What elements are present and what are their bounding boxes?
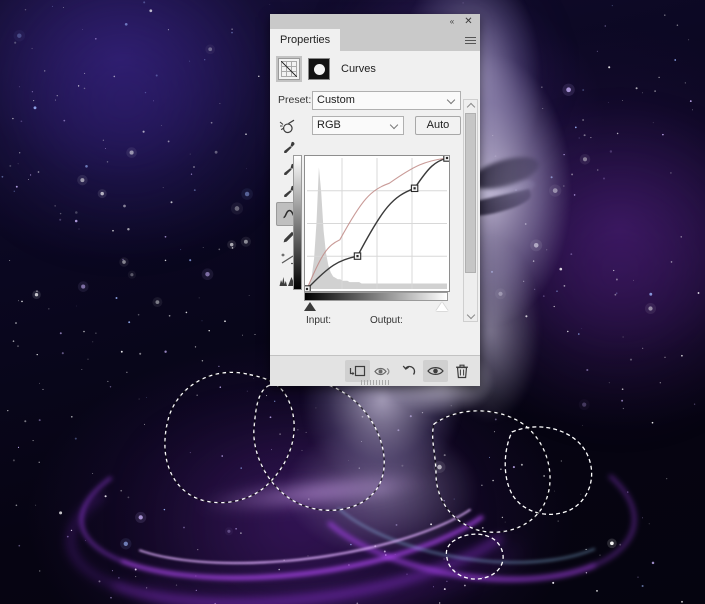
white-point-slider[interactable] (436, 302, 448, 311)
channel-dropdown[interactable]: RGB (312, 115, 404, 135)
collapse-panel-button[interactable]: « (445, 16, 458, 28)
clip-to-layer-button[interactable] (345, 360, 370, 382)
tabstrip-filler (340, 29, 460, 51)
preset-label: Preset: (278, 94, 312, 106)
chevron-down-icon (391, 122, 398, 129)
panel-footer (270, 355, 480, 386)
properties-panel: « ✕ Properties Curves Preset: Custom RGB… (270, 14, 480, 386)
view-previous-state-button[interactable] (371, 360, 396, 382)
curves-graph[interactable] (304, 155, 450, 292)
adjustment-header-row: Curves (270, 51, 480, 82)
adjustment-title: Curves (341, 63, 376, 75)
auto-button[interactable]: Auto (415, 115, 461, 135)
input-label: Input: (306, 315, 332, 326)
output-label: Output: (370, 315, 403, 326)
preset-dropdown[interactable]: Custom (312, 90, 461, 110)
panel-titlebar: « ✕ (270, 14, 480, 29)
panel-body: Curves Preset: Custom RGB Auto Input: Ou… (270, 51, 480, 356)
panel-scrollbar[interactable] (463, 99, 478, 322)
panel-tabstrip: Properties (270, 29, 480, 51)
on-image-adjust-icon[interactable] (278, 117, 300, 134)
scroll-down-icon[interactable] (464, 310, 477, 321)
tab-properties[interactable]: Properties (270, 29, 341, 51)
panel-menu-icon[interactable] (460, 29, 480, 51)
channel-value: RGB (317, 119, 341, 131)
layer-mask-thumbnail[interactable] (308, 58, 330, 80)
reset-adjustment-button[interactable] (397, 360, 422, 382)
channel-row: RGB Auto (278, 115, 480, 135)
output-gradient-bar (293, 155, 302, 290)
scroll-up-icon[interactable] (464, 100, 477, 111)
curves-adjustment-icon[interactable] (278, 58, 300, 80)
black-point-slider[interactable] (304, 302, 316, 311)
input-gradient-bar (304, 292, 448, 301)
preset-row: Preset: Custom (278, 90, 480, 110)
scrollbar-thumb[interactable] (465, 113, 476, 273)
toggle-layer-visibility-button[interactable] (423, 360, 448, 382)
curves-graph-container (304, 155, 450, 292)
panel-resize-grip[interactable] (361, 380, 389, 385)
close-panel-button[interactable]: ✕ (462, 16, 475, 28)
curves-plot (305, 156, 449, 291)
chevron-down-icon (448, 97, 455, 104)
delete-adjustment-layer-button[interactable] (449, 360, 474, 382)
preset-value: Custom (317, 94, 355, 106)
